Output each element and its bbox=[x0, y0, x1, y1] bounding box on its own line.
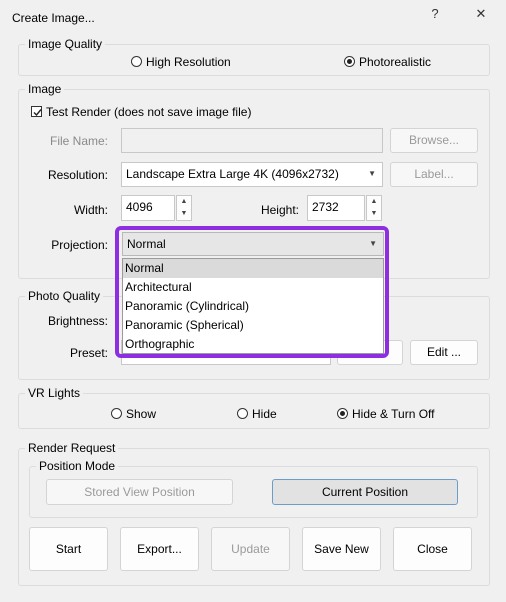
width-input[interactable]: 4096 bbox=[121, 195, 175, 221]
file-name-input[interactable] bbox=[121, 128, 383, 153]
projection-option-normal[interactable]: Normal bbox=[123, 259, 383, 278]
position-mode-legend: Position Mode bbox=[36, 459, 119, 473]
chevron-up-icon[interactable]: ▲ bbox=[367, 196, 381, 208]
width-spinner[interactable]: ▲ ▼ bbox=[176, 195, 192, 221]
checkmark-icon bbox=[33, 109, 42, 117]
stored-view-position-button[interactable]: Stored View Position bbox=[46, 479, 233, 505]
vr-lights-legend: VR Lights bbox=[25, 386, 84, 400]
projection-option-panoramic-cylindrical[interactable]: Panoramic (Cylindrical) bbox=[123, 297, 383, 316]
resolution-value: Landscape Extra Large 4K (4096x2732) bbox=[126, 167, 339, 181]
save-new-button[interactable]: Save New bbox=[302, 527, 381, 571]
height-spinner[interactable]: ▲ ▼ bbox=[366, 195, 382, 221]
file-name-label: File Name: bbox=[49, 134, 108, 148]
vr-hide-turn-off-label[interactable]: Hide & Turn Off bbox=[352, 407, 434, 421]
chevron-down-icon: ▼ bbox=[368, 169, 376, 178]
high-resolution-label[interactable]: High Resolution bbox=[146, 55, 231, 69]
projection-label: Projection: bbox=[51, 238, 108, 252]
radio-vr-show[interactable] bbox=[111, 408, 122, 419]
projection-option-orthographic[interactable]: Orthographic bbox=[123, 335, 383, 354]
photorealistic-label[interactable]: Photorealistic bbox=[359, 55, 431, 69]
help-button[interactable]: ? bbox=[422, 4, 448, 24]
browse-button[interactable]: Browse... bbox=[390, 128, 478, 153]
height-input[interactable]: 2732 bbox=[307, 195, 365, 221]
update-button[interactable]: Update bbox=[211, 527, 290, 571]
chevron-down-icon: ▼ bbox=[369, 239, 377, 248]
preset-label: Preset: bbox=[69, 346, 108, 360]
radio-high-resolution[interactable] bbox=[131, 56, 142, 67]
height-label: Height: bbox=[260, 203, 299, 217]
radio-vr-hide[interactable] bbox=[237, 408, 248, 419]
photo-quality-legend: Photo Quality bbox=[25, 289, 104, 303]
vr-show-label[interactable]: Show bbox=[126, 407, 156, 421]
chevron-up-icon[interactable]: ▲ bbox=[177, 196, 191, 208]
vr-hide-label[interactable]: Hide bbox=[252, 407, 277, 421]
close-button[interactable]: Close bbox=[393, 527, 472, 571]
projection-option-panoramic-spherical[interactable]: Panoramic (Spherical) bbox=[123, 316, 383, 335]
projection-value: Normal bbox=[127, 237, 166, 251]
chevron-down-icon[interactable]: ▼ bbox=[177, 208, 191, 220]
image-legend: Image bbox=[25, 82, 65, 96]
projection-option-architectural[interactable]: Architectural bbox=[123, 278, 383, 297]
start-button[interactable]: Start bbox=[29, 527, 108, 571]
export-button[interactable]: Export... bbox=[120, 527, 199, 571]
chevron-down-icon[interactable]: ▼ bbox=[367, 208, 381, 220]
test-render-label[interactable]: Test Render (does not save image file) bbox=[46, 105, 251, 119]
edit-button[interactable]: Edit ... bbox=[410, 340, 478, 365]
window-title: Create Image... bbox=[12, 11, 95, 25]
width-label: Width: bbox=[73, 203, 108, 217]
resolution-label: Resolution: bbox=[47, 168, 108, 182]
close-icon[interactable]: ✕ bbox=[468, 4, 494, 24]
radio-photorealistic[interactable] bbox=[344, 56, 355, 67]
projection-dropdown-list[interactable]: Normal Architectural Panoramic (Cylindri… bbox=[122, 258, 384, 354]
radio-vr-hide-turn-off[interactable] bbox=[337, 408, 348, 419]
projection-select[interactable]: Normal ▼ bbox=[122, 232, 384, 256]
label-button[interactable]: Label... bbox=[390, 162, 478, 187]
brightness-label: Brightness: bbox=[47, 314, 108, 328]
image-quality-legend: Image Quality bbox=[25, 37, 106, 51]
current-position-button[interactable]: Current Position bbox=[272, 479, 458, 505]
test-render-checkbox[interactable] bbox=[31, 106, 42, 117]
render-request-legend: Render Request bbox=[25, 441, 119, 455]
resolution-select[interactable]: Landscape Extra Large 4K (4096x2732) ▼ bbox=[121, 162, 383, 187]
